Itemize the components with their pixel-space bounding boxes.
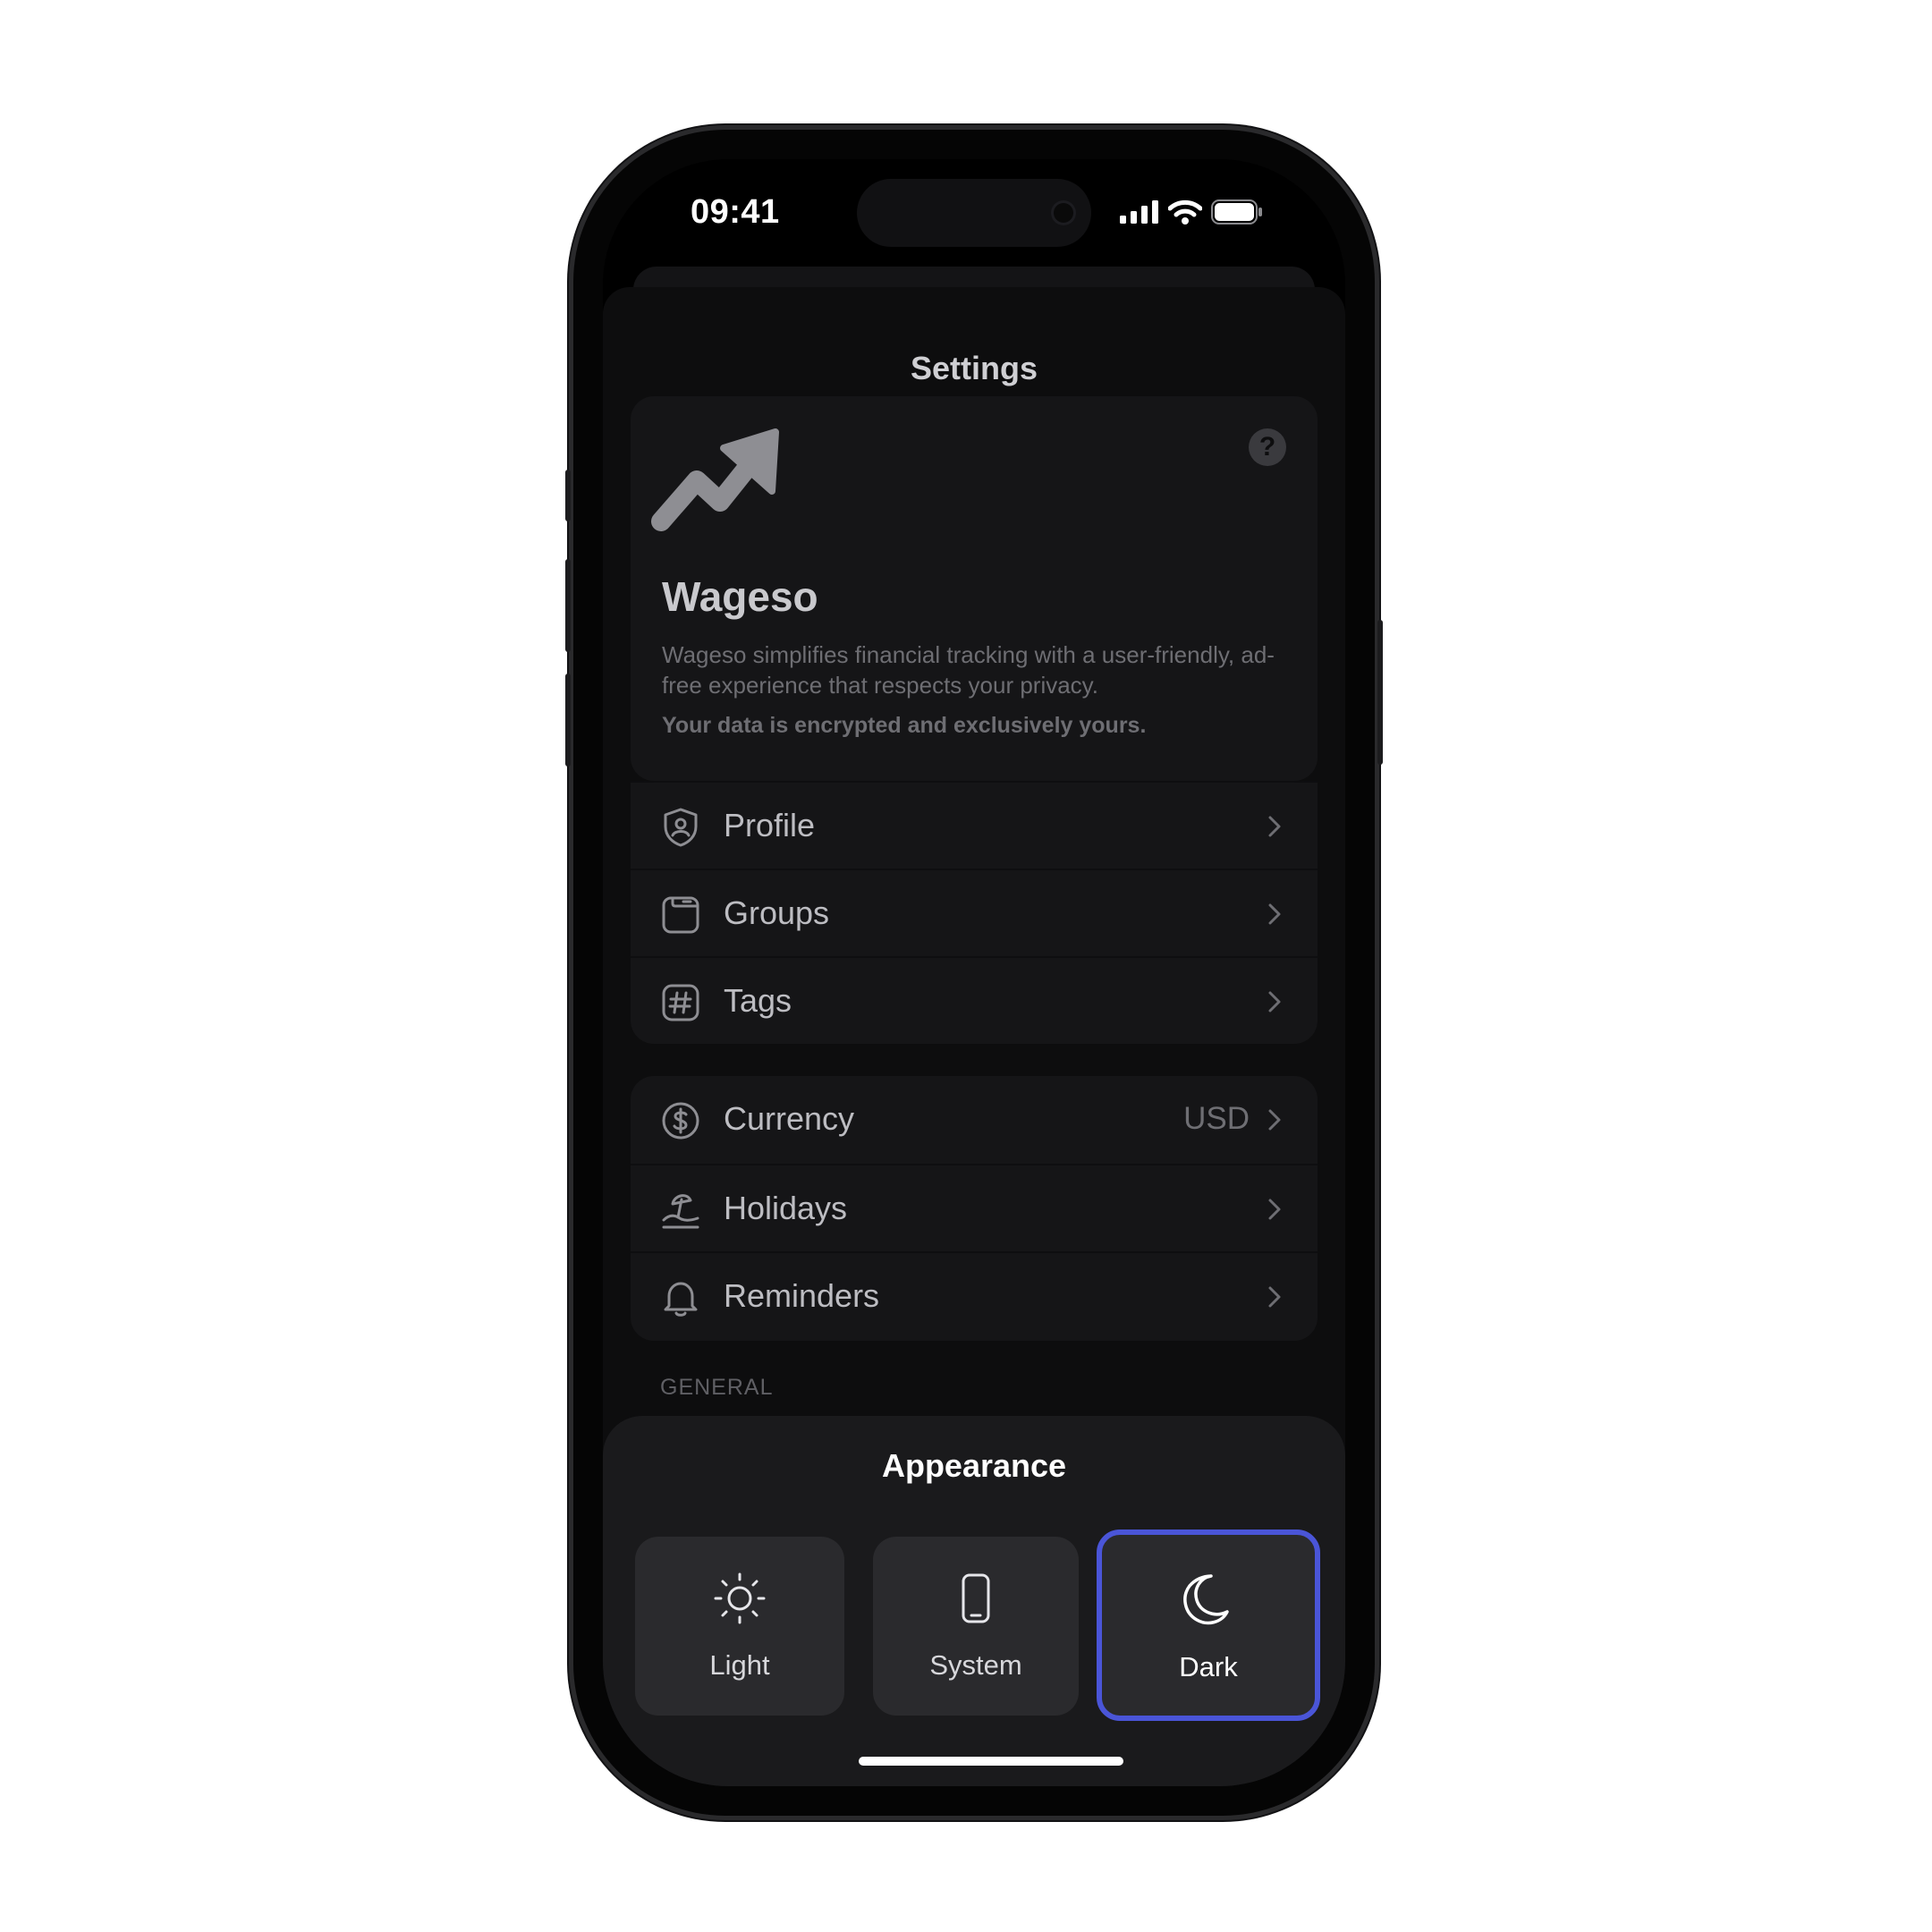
settings-row-reminders[interactable]: Reminders (631, 1251, 1318, 1341)
row-label: Holidays (724, 1190, 848, 1226)
help-button[interactable]: ? (1249, 428, 1286, 466)
settings-row-currency[interactable]: Currency USD (631, 1076, 1318, 1164)
chevron-right-icon (1268, 1286, 1281, 1308)
page-title: Settings (910, 350, 1038, 386)
option-label: System (929, 1649, 1022, 1681)
camera-icon (1054, 203, 1073, 223)
settings-row-tags[interactable]: Tags (631, 956, 1318, 1044)
chevron-right-icon (1268, 816, 1281, 837)
privacy-note: Your data is encrypted and exclusively y… (662, 713, 1147, 738)
appearance-option-dark[interactable]: Dark (1097, 1530, 1320, 1721)
bell-icon (664, 1282, 698, 1317)
row-label: Currency (724, 1100, 855, 1137)
option-label: Light (709, 1649, 770, 1681)
settings-group-2: Currency USD Holidays Reminders (631, 1076, 1318, 1341)
status-icons (1120, 199, 1263, 225)
home-indicator[interactable] (859, 1757, 1123, 1766)
battery-icon (1211, 199, 1262, 225)
signal-icon (1120, 200, 1158, 224)
dynamic-island (857, 179, 1091, 247)
folder-icon (662, 896, 699, 934)
trend-arrow-logo-icon (651, 428, 779, 531)
row-label: Profile (724, 807, 816, 843)
volume-up-button (565, 559, 571, 652)
action-button (565, 470, 571, 521)
sun-icon (714, 1572, 766, 1624)
app-description: Wageso simplifies financial tracking wit… (662, 641, 1275, 699)
appearance-title: Appearance (881, 1447, 1067, 1484)
power-button (1377, 620, 1383, 765)
row-label: Tags (724, 982, 792, 1019)
chevron-right-icon (1268, 991, 1281, 1013)
status-time: 09:41 (691, 193, 780, 231)
moon-icon (1183, 1574, 1229, 1625)
settings-row-profile[interactable]: Profile (631, 781, 1318, 870)
dollar-circle-icon (662, 1102, 699, 1140)
row-label: Groups (724, 894, 830, 931)
volume-down-button (565, 674, 571, 767)
settings-row-groups[interactable]: Groups (631, 869, 1318, 958)
option-label: Dark (1179, 1651, 1238, 1682)
hashtag-icon (662, 984, 699, 1021)
chevron-right-icon (1268, 1109, 1281, 1131)
appearance-option-system[interactable]: System (873, 1537, 1079, 1716)
appearance-option-light[interactable]: Light (635, 1537, 844, 1716)
phone-frame: 09:41 Settings ? Wageso Wageso simplifie… (565, 130, 1383, 1816)
wifi-icon (1168, 199, 1202, 225)
shield-user-icon (664, 808, 698, 847)
section-header-general: GENERAL (660, 1375, 774, 1400)
currency-value: USD (1183, 1101, 1250, 1136)
settings-group-1: Profile Groups Tags (631, 781, 1318, 1044)
chevron-right-icon (1268, 903, 1281, 925)
chevron-right-icon (1268, 1199, 1281, 1220)
settings-row-holidays[interactable]: Holidays (631, 1164, 1318, 1253)
row-label: Reminders (724, 1277, 880, 1314)
app-name: Wageso (662, 573, 818, 620)
beach-icon (662, 1194, 699, 1229)
screen: 09:41 Settings ? Wageso Wageso simplifie… (603, 159, 1345, 1786)
phone-icon (962, 1573, 990, 1623)
app-info-card: ? Wageso Wageso simplifies financial tra… (631, 396, 1318, 781)
